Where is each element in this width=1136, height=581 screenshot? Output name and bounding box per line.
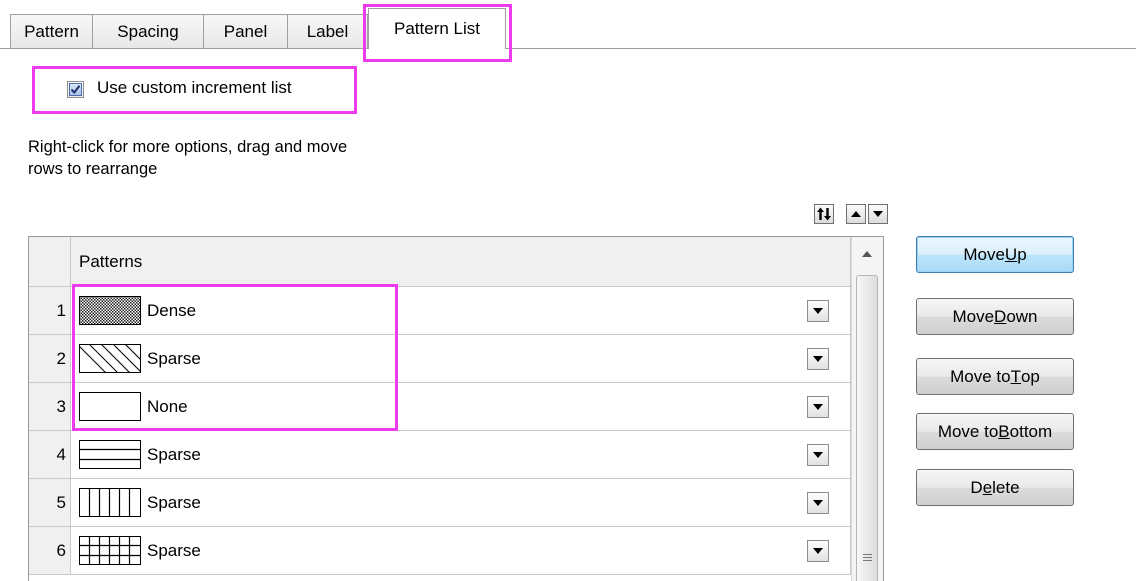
tab-panel[interactable]: Panel <box>203 14 288 48</box>
chevron-down-icon <box>813 356 823 362</box>
move-buttons-panel: Move Up Move Down Move to Top Move to Bo… <box>916 236 1076 516</box>
chevron-down-icon <box>813 308 823 314</box>
chevron-down-icon <box>813 452 823 458</box>
table-row[interactable]: 3 None <box>29 383 851 431</box>
triangle-down-icon <box>873 211 883 217</box>
grip-icon <box>863 554 872 561</box>
pattern-cell[interactable]: Dense <box>71 287 851 335</box>
pattern-dropdown-button[interactable] <box>807 396 829 418</box>
row-down-button[interactable] <box>868 204 888 224</box>
grid-corner-header <box>29 237 71 287</box>
button-label: Move <box>963 244 1005 264</box>
button-mnemonic: T <box>1010 366 1021 386</box>
triangle-up-icon <box>851 211 861 217</box>
button-label: Move <box>952 306 995 326</box>
delete-button[interactable]: De lete <box>916 469 1074 506</box>
grid-lines-swatch-icon <box>79 536 141 565</box>
scrollbar-thumb[interactable] <box>856 275 878 581</box>
none-pattern-swatch-icon <box>79 392 141 421</box>
button-label: ottom <box>1009 421 1053 441</box>
row-number: 2 <box>29 335 71 383</box>
tab-label: Panel <box>223 21 268 41</box>
button-mnemonic: D <box>994 306 1007 326</box>
chevron-down-icon <box>813 500 823 506</box>
pattern-cell[interactable]: Sparse <box>71 431 851 479</box>
vertical-lines-swatch-icon <box>79 488 141 517</box>
tab-spacing[interactable]: Spacing <box>92 14 204 48</box>
button-label: lete <box>992 477 1020 497</box>
pattern-dropdown-button[interactable] <box>807 348 829 370</box>
row-up-button[interactable] <box>846 204 866 224</box>
pattern-name: Sparse <box>147 349 201 368</box>
button-label: Move to <box>950 366 1011 386</box>
button-mnemonic: B <box>998 421 1010 441</box>
tab-label: Pattern List <box>394 19 480 38</box>
row-number: 5 <box>29 479 71 527</box>
pattern-name: Sparse <box>147 541 201 560</box>
hint-line-1: Right-click for more options, drag and m… <box>28 138 348 156</box>
custom-increment-label: Use custom increment list <box>97 78 292 97</box>
chevron-down-icon <box>813 548 823 554</box>
pattern-dropdown-button[interactable] <box>807 444 829 466</box>
row-number: 1 <box>29 287 71 335</box>
column-header-patterns[interactable]: Patterns <box>71 237 851 287</box>
button-label: p <box>1017 244 1027 264</box>
swap-button[interactable] <box>814 204 834 224</box>
grid-vertical-scrollbar[interactable] <box>851 237 883 581</box>
table-row[interactable]: 2 Sparse <box>29 335 851 383</box>
horizontal-lines-swatch-icon <box>79 440 141 469</box>
table-row[interactable]: 5 Sparse <box>29 479 851 527</box>
swap-arrows-icon <box>817 207 831 221</box>
checkmark-icon <box>70 85 81 95</box>
checkbox-fill <box>69 83 82 96</box>
row-number: 3 <box>29 383 71 431</box>
pattern-dropdown-button[interactable] <box>807 492 829 514</box>
row-number: 4 <box>29 431 71 479</box>
tab-label: Spacing <box>117 21 179 41</box>
button-mnemonic: U <box>1004 244 1018 264</box>
tabstrip-baseline <box>0 48 1136 49</box>
move-down-button[interactable]: Move Down <box>916 298 1074 335</box>
pattern-dropdown-button[interactable] <box>807 300 829 322</box>
pattern-cell[interactable]: None <box>71 383 851 431</box>
hint-line-2: rows to rearrange <box>28 160 158 178</box>
tab-label: Label <box>306 21 349 41</box>
pattern-cell[interactable]: Sparse <box>71 335 851 383</box>
pattern-name: Dense <box>147 301 197 320</box>
scroll-up-arrow-icon[interactable] <box>862 251 872 257</box>
table-row[interactable]: 6 Sparse <box>29 527 851 575</box>
move-up-button[interactable]: Move Up <box>916 236 1074 273</box>
button-label: D <box>970 477 983 497</box>
tab-label: Pattern <box>24 21 79 41</box>
button-label: op <box>1020 366 1040 386</box>
button-mnemonic: e <box>982 477 993 497</box>
pattern-name: None <box>147 397 188 416</box>
diagonal-pattern-swatch-icon <box>79 344 141 373</box>
dense-pattern-swatch-icon <box>79 296 141 325</box>
row-number: 6 <box>29 527 71 575</box>
pattern-cell[interactable]: Sparse <box>71 479 851 527</box>
move-to-top-button[interactable]: Move to Top <box>916 358 1074 395</box>
tab-pattern-list[interactable]: Pattern List <box>368 8 506 49</box>
chevron-down-icon <box>813 404 823 410</box>
hint-text: Right-click for more options, drag and m… <box>28 136 347 180</box>
button-label: own <box>1006 306 1038 326</box>
pattern-cell[interactable]: Sparse <box>71 527 851 575</box>
button-label: Move to <box>937 421 999 441</box>
patterns-grid: Patterns 1 Dense 2 Sparse 3 None 4 Spars… <box>28 236 884 581</box>
tab-pattern[interactable]: Pattern <box>10 14 93 48</box>
table-row[interactable]: 1 Dense <box>29 287 851 335</box>
pattern-name: Sparse <box>147 445 201 464</box>
table-row[interactable]: 4 Sparse <box>29 431 851 479</box>
pattern-dropdown-button[interactable] <box>807 540 829 562</box>
custom-increment-checkbox[interactable] <box>67 81 84 98</box>
tab-label[interactable]: Label <box>287 14 368 48</box>
move-to-bottom-button[interactable]: Move to Bottom <box>916 413 1074 450</box>
pattern-name: Sparse <box>147 493 201 512</box>
